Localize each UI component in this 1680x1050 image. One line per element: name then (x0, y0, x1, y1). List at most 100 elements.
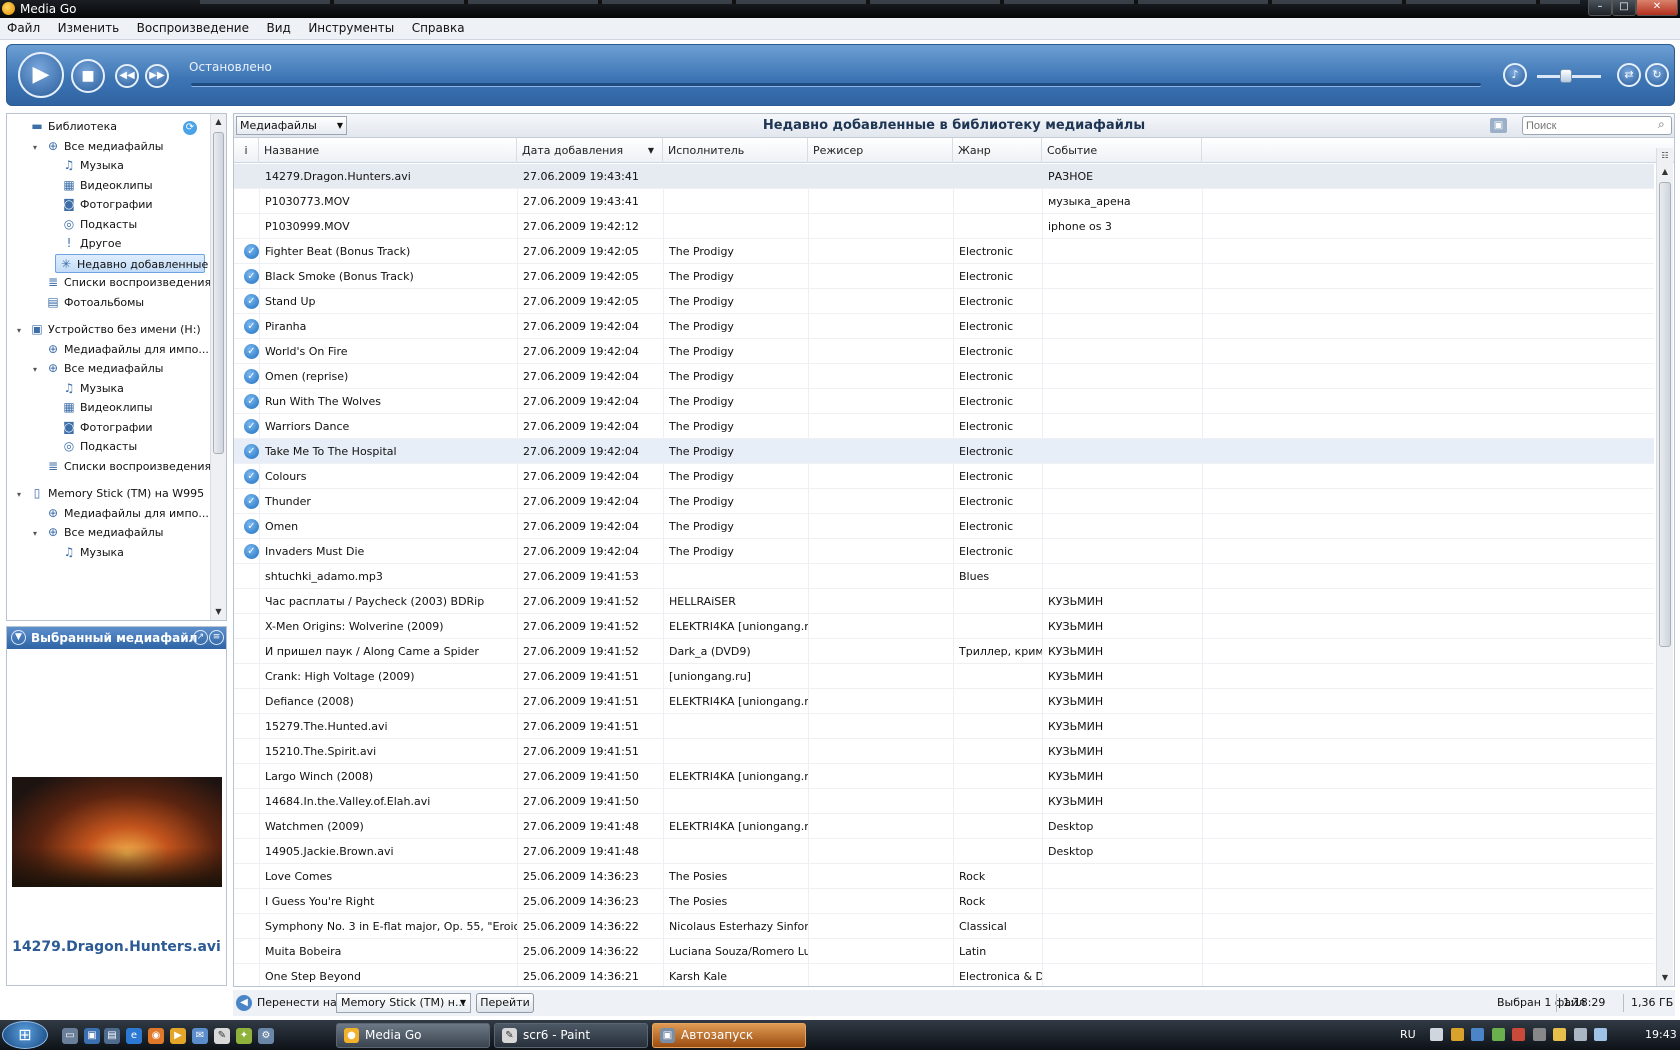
settings-icon[interactable]: ⚙ (258, 1028, 274, 1044)
selected-media-header[interactable]: ▼ Выбранный медиафайл ↗ ≡ (7, 627, 226, 649)
taskbar-media-go[interactable]: ● Media Go (336, 1023, 490, 1048)
tray-security-icon[interactable] (1450, 1028, 1464, 1041)
table-row[interactable]: P1030999.MOV 27.06.2009 19:42:12 iphone os… (234, 214, 1654, 239)
sync-check-icon[interactable]: ✓ (244, 394, 259, 409)
sync-check-icon[interactable]: ✓ (244, 444, 259, 459)
sync-check-icon[interactable]: ✓ (244, 544, 259, 559)
sidebar-item[interactable]: ♫ Музыка (11, 379, 124, 398)
table-row[interactable]: I Guess You're Right 25.06.2009 14:36:23 T… (234, 889, 1654, 914)
table-row[interactable]: ✓ Invaders Must Die 27.06.2009 19:42:04 The… (234, 539, 1654, 564)
next-track-button[interactable]: ▶▶ (145, 64, 169, 88)
table-row[interactable]: ✓ Omen (reprise) 27.06.2009 19:42:04 The Pr… (234, 364, 1654, 389)
taskbar-paint[interactable]: ✎ scr6 - Paint (494, 1023, 648, 1048)
stop-button[interactable]: ■ (71, 59, 105, 93)
sidebar-item[interactable]: ◙ Фотографии (11, 195, 152, 214)
transfer-target-dropdown[interactable]: Memory Stick (TM) н... ▼ (336, 993, 471, 1013)
sidebar-item[interactable]: ! Другое (11, 234, 122, 253)
sync-icon[interactable]: ⟳ (183, 121, 197, 135)
expand-arrow-icon[interactable]: ▾ (17, 321, 29, 340)
table-row[interactable]: ✓ Thunder 27.06.2009 19:42:04 The Prodigy El… (234, 489, 1654, 514)
sidebar-item[interactable]: ⊕ Медиафайлы для импо... (11, 504, 209, 523)
expand-arrow-icon[interactable]: ▾ (17, 485, 29, 504)
table-row[interactable]: Love Comes 25.06.2009 14:36:23 The Posies R… (234, 864, 1654, 889)
table-row[interactable]: ✓ World's On Fire 27.06.2009 19:42:04 The P… (234, 339, 1654, 364)
column-header-event[interactable]: Событие (1042, 138, 1202, 163)
sidebar-item[interactable]: ▦ Видеоклипы (11, 398, 152, 417)
table-row[interactable]: 14905.Jackie.Brown.avi 27.06.2009 19:41:4… (234, 839, 1654, 864)
menu-view[interactable]: Вид (259, 18, 297, 35)
sync-check-icon[interactable]: ✓ (244, 269, 259, 284)
language-indicator[interactable]: RU (1400, 1028, 1416, 1041)
maximize-button[interactable]: □ (1612, 0, 1636, 16)
taskbar-autorun[interactable]: ▣ Автозапуск (652, 1023, 806, 1048)
expand-arrow-icon[interactable]: ▾ (33, 138, 45, 157)
volume-icon[interactable]: ♪ (1503, 63, 1527, 87)
sidebar-item[interactable]: ✳ Недавно добавленные ... (55, 253, 210, 273)
table-scroll-thumb[interactable] (1659, 182, 1671, 647)
table-row[interactable]: ✓ Piranha 27.06.2009 19:42:04 The Prodigy El… (234, 314, 1654, 339)
previous-track-button[interactable]: ◀◀ (115, 64, 139, 88)
column-header-artist[interactable]: Исполнитель (663, 138, 808, 163)
table-row[interactable]: 14279.Dragon.Hunters.avi 27.06.2009 19:43… (234, 164, 1654, 189)
table-row[interactable]: ✓ Fighter Beat (Bonus Track) 27.06.2009 19… (234, 239, 1654, 264)
tree-scrollbar[interactable]: ▲ ▼ (210, 114, 226, 620)
sidebar-item[interactable]: ▾ ▯ Memory Stick (TM) на W995 (11, 484, 204, 503)
computer-icon[interactable]: ▤ (104, 1028, 120, 1044)
sidebar-item[interactable]: ◎ Подкасты (11, 215, 137, 234)
sidebar-item[interactable]: ▬ Библиотека (11, 117, 117, 136)
column-header-name[interactable]: Название (259, 138, 517, 163)
table-row[interactable]: 15210.The.Spirit.avi 27.06.2009 19:41:51 К… (234, 739, 1654, 764)
sync-check-icon[interactable]: ✓ (244, 319, 259, 334)
scroll-up-icon[interactable]: ▲ (211, 114, 226, 130)
sync-check-icon[interactable]: ✓ (244, 419, 259, 434)
sidebar-item[interactable]: ▾ ⊕ Все медиафайлы (11, 523, 163, 542)
table-row[interactable]: Час расплаты / Paycheck (2003) BDRip 27.0… (234, 589, 1654, 614)
tray-arrow-icon[interactable] (1430, 1028, 1443, 1041)
sidebar-item[interactable]: ♫ Музыка (11, 543, 124, 562)
search-icon[interactable]: ⌕ (1658, 117, 1665, 132)
table-row[interactable]: ✓ Omen 27.06.2009 19:42:04 The Prodigy Elect… (234, 514, 1654, 539)
sidebar-item[interactable]: ≣ Списки воспроизведения (11, 273, 210, 292)
sidebar-item[interactable]: ▤ Фотоальбомы (11, 293, 144, 312)
table-row[interactable]: Muita Bobeira 25.06.2009 14:36:22 Luciana … (234, 939, 1654, 964)
window-switch-icon[interactable]: ▣ (84, 1028, 100, 1044)
sidebar-item[interactable]: ⊕ Медиафайлы для импо... (11, 340, 209, 359)
tree-scroll-thumb[interactable] (213, 132, 224, 454)
expand-arrow-icon[interactable]: ▾ (33, 360, 45, 379)
volume-slider-thumb[interactable] (1559, 69, 1572, 83)
go-button[interactable]: Перейти (476, 993, 534, 1013)
briefcase-icon[interactable]: ▣ (1490, 118, 1507, 133)
media-player-icon[interactable]: ▶ (170, 1028, 186, 1044)
tray-bluetooth-icon[interactable] (1471, 1028, 1484, 1041)
column-header-date[interactable]: Дата добавления ▼ (517, 138, 663, 163)
sidebar-item[interactable]: ▾ ▣ Устройство без имени (H:) (11, 320, 201, 339)
menu-tools[interactable]: Инструменты (301, 18, 401, 35)
sync-check-icon[interactable]: ✓ (244, 494, 259, 509)
table-row[interactable]: X-Men Origins: Wolverine (2009) 27.06.200… (234, 614, 1654, 639)
clock[interactable]: 19:43 (1645, 1028, 1677, 1041)
table-row[interactable]: ✓ Stand Up 27.06.2009 19:42:05 The Prodigy E… (234, 289, 1654, 314)
column-header-info[interactable]: i (234, 138, 259, 163)
play-button[interactable]: ▶ (18, 52, 64, 98)
sidebar-item[interactable]: ▾ ⊕ Все медиафайлы (11, 359, 163, 378)
column-chooser-icon[interactable]: ☷ (1657, 148, 1673, 162)
sidebar-item[interactable]: ◙ Фотографии (11, 418, 152, 437)
menu-file[interactable]: Файл (0, 18, 47, 35)
sync-check-icon[interactable]: ✓ (244, 244, 259, 259)
firefox-icon[interactable]: ◉ (148, 1028, 164, 1044)
app-icon[interactable]: ✦ (236, 1028, 252, 1044)
sync-check-icon[interactable]: ✓ (244, 294, 259, 309)
sync-check-icon[interactable]: ✓ (244, 519, 259, 534)
repeat-icon[interactable]: ↻ (1645, 63, 1669, 87)
sidebar-item[interactable]: ▾ ⊕ Все медиафайлы (11, 137, 163, 156)
table-scrollbar[interactable]: ☷ ▲ ▼ (1656, 148, 1673, 986)
tray-device-icon[interactable] (1532, 1028, 1546, 1041)
scroll-down-icon[interactable]: ▼ (1657, 970, 1673, 986)
transfer-icon[interactable]: ◀ (236, 995, 252, 1011)
outlook-icon[interactable]: ✉ (192, 1028, 208, 1044)
table-row[interactable]: One Step Beyond 25.06.2009 14:36:21 Karsh … (234, 964, 1654, 986)
popout-icon[interactable]: ↗ (193, 630, 208, 645)
sync-check-icon[interactable]: ✓ (244, 469, 259, 484)
scroll-up-icon[interactable]: ▲ (1657, 164, 1673, 180)
table-row[interactable]: Crank: High Voltage (2009) 27.06.2009 19:… (234, 664, 1654, 689)
